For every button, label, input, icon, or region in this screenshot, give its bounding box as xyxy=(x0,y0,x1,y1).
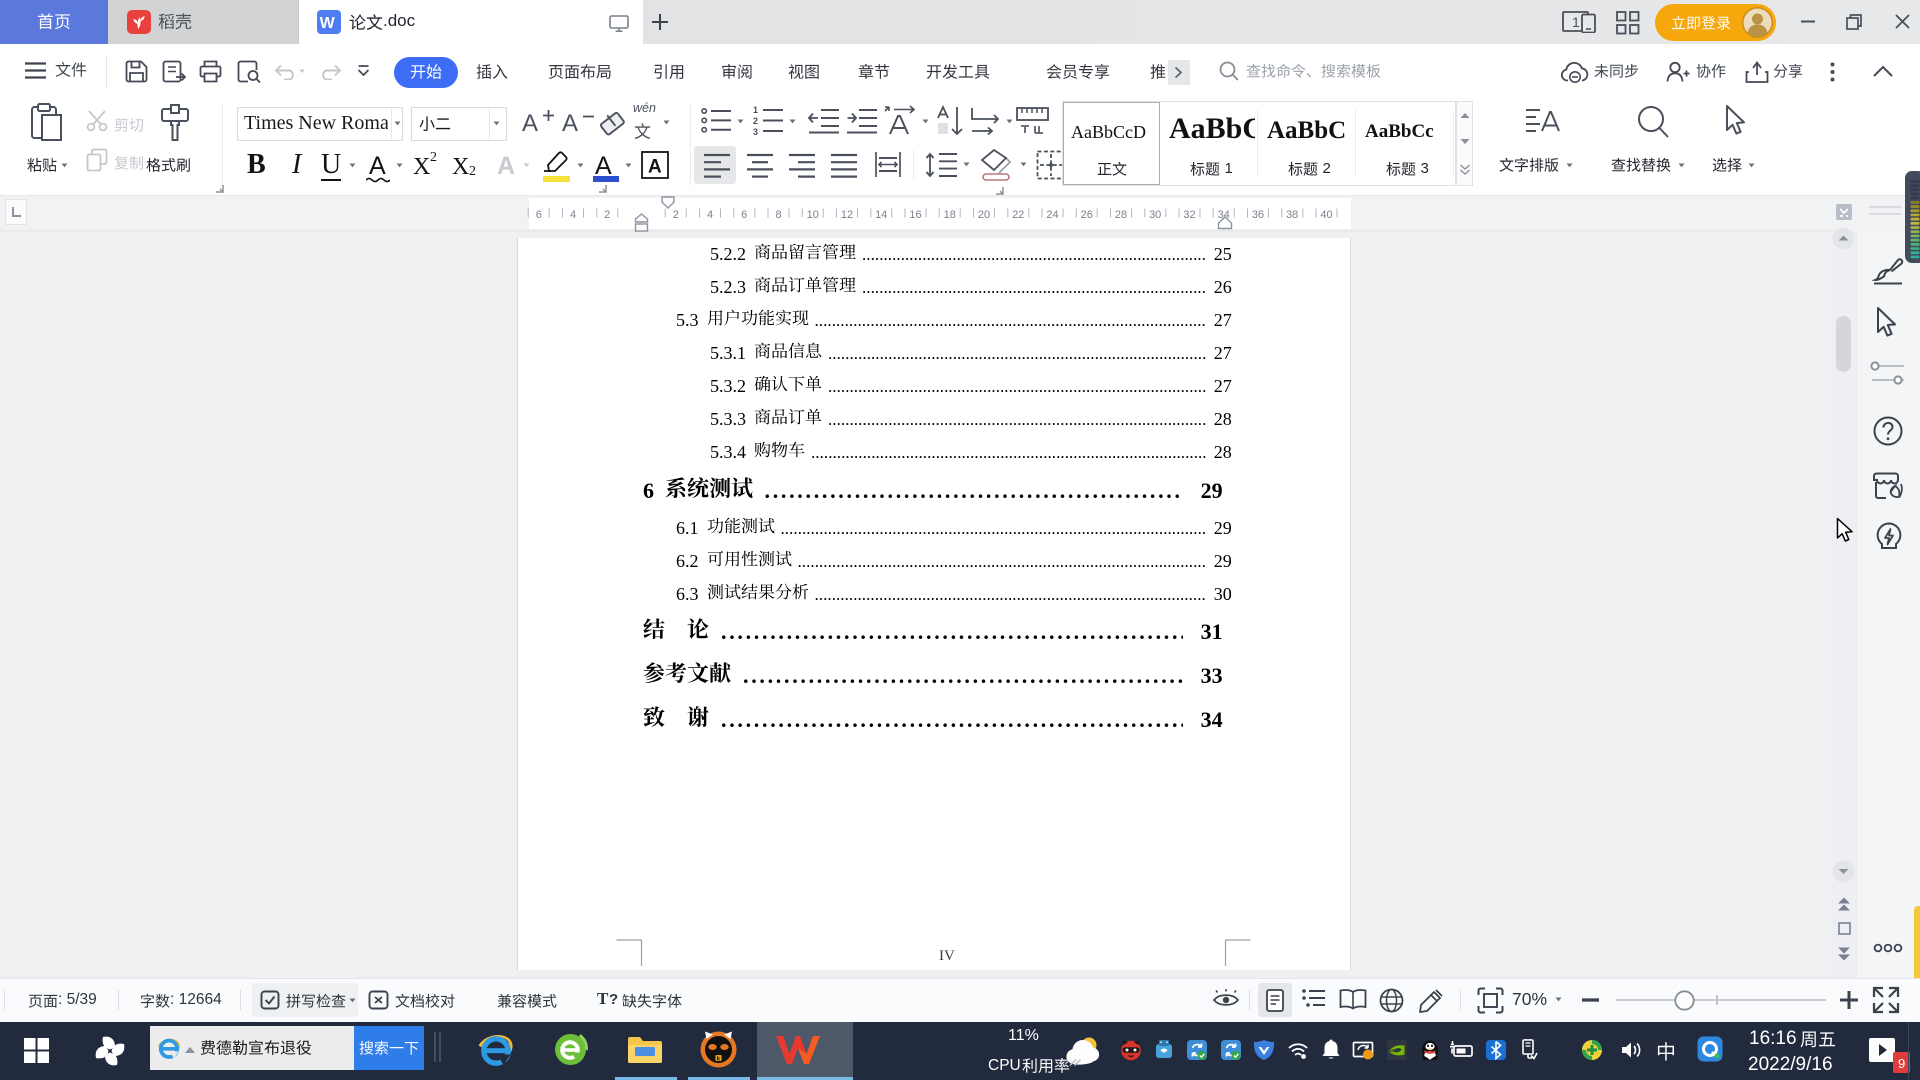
svg-text:4: 4 xyxy=(707,209,713,221)
svg-text:16: 16 xyxy=(909,209,921,221)
svg-text:24: 24 xyxy=(1046,209,1058,221)
svg-text:26: 26 xyxy=(1081,209,1093,221)
svg-text:28: 28 xyxy=(1115,209,1127,221)
svg-text:6: 6 xyxy=(536,209,542,221)
svg-text:40: 40 xyxy=(1320,209,1332,221)
svg-text:2: 2 xyxy=(604,209,610,221)
svg-text:38: 38 xyxy=(1286,209,1298,221)
svg-text:36: 36 xyxy=(1252,209,1264,221)
svg-text:20: 20 xyxy=(978,209,990,221)
svg-text:18: 18 xyxy=(944,209,956,221)
svg-text:22: 22 xyxy=(1012,209,1024,221)
svg-text:4: 4 xyxy=(570,209,576,221)
svg-text:14: 14 xyxy=(875,209,887,221)
svg-text:30: 30 xyxy=(1149,209,1161,221)
svg-text:8: 8 xyxy=(775,209,781,221)
svg-text:6: 6 xyxy=(741,209,747,221)
svg-text:10: 10 xyxy=(807,209,819,221)
svg-text:32: 32 xyxy=(1183,209,1195,221)
svg-text:12: 12 xyxy=(841,209,853,221)
